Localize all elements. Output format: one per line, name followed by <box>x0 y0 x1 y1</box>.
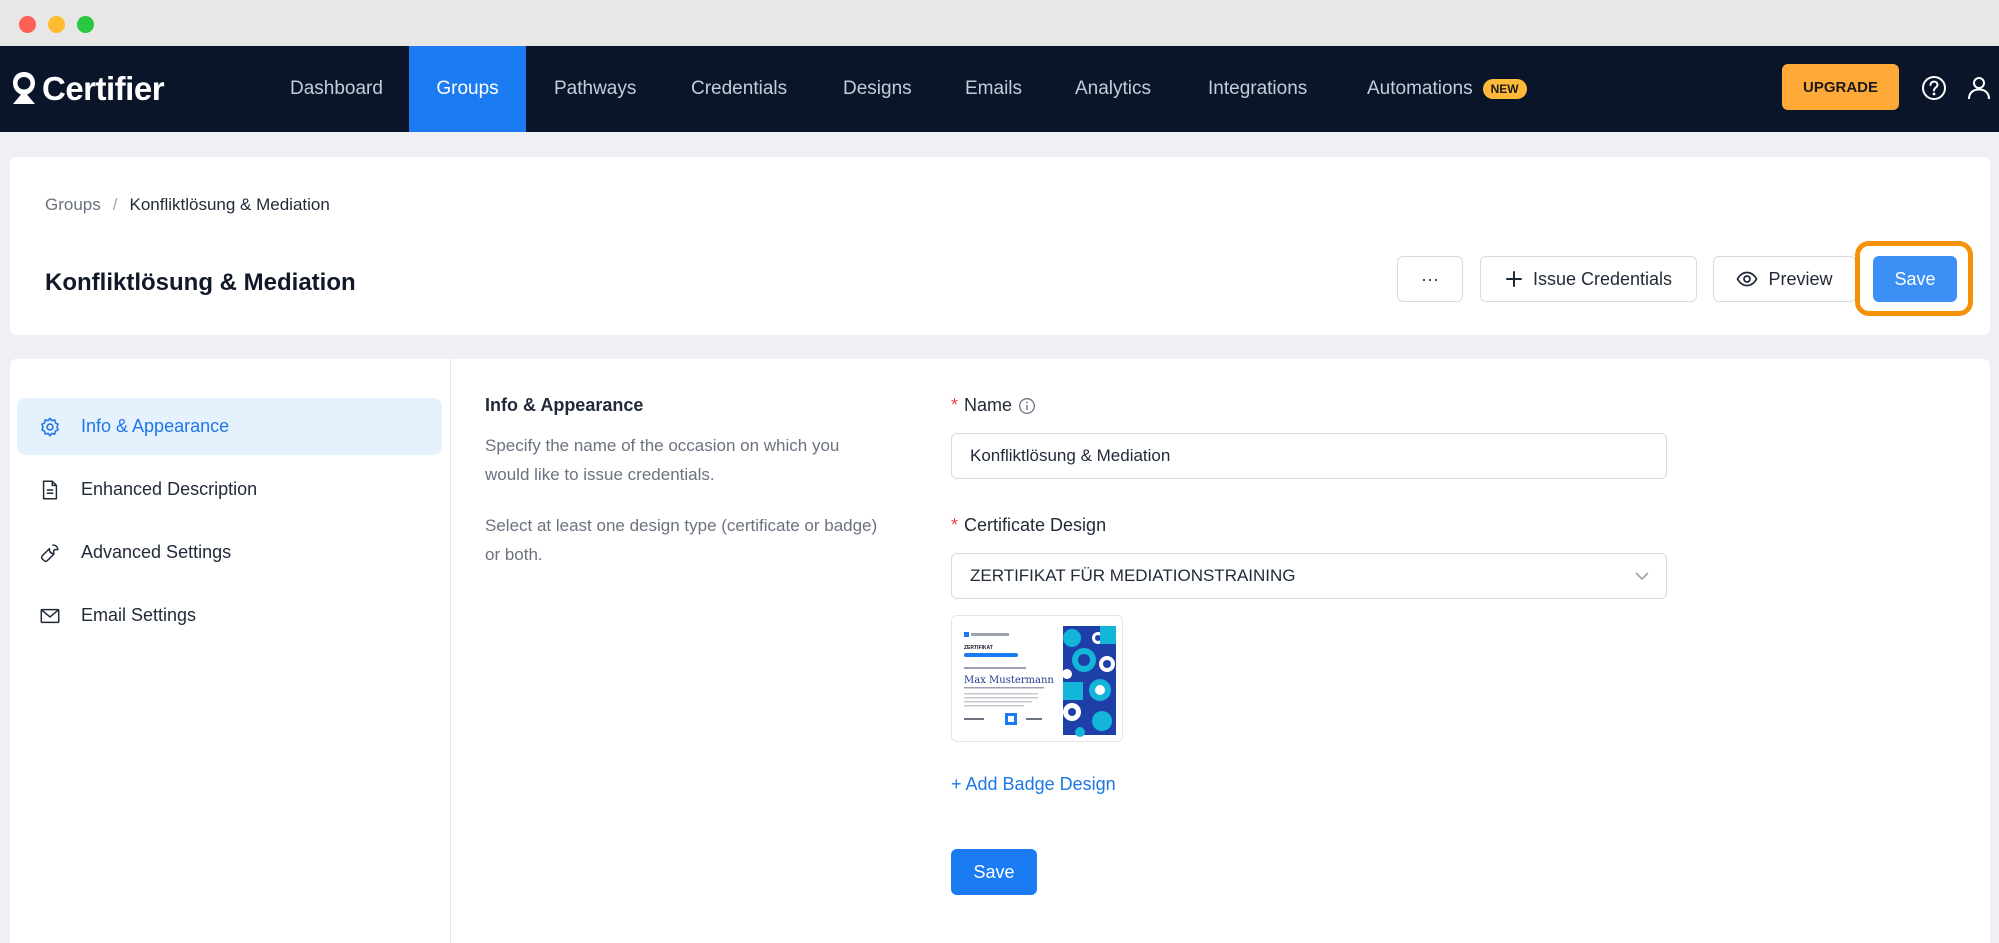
app-logo[interactable]: Certifier <box>10 67 165 111</box>
sidebar-item-info-appearance[interactable]: Info & Appearance <box>17 398 442 455</box>
certificate-design-value: ZERTIFIKAT FÜR MEDIATIONSTRAINING <box>970 566 1296 585</box>
preview-button[interactable]: Preview <box>1713 256 1856 302</box>
save-button-highlight <box>1855 241 1973 316</box>
nav-designs[interactable]: Designs <box>843 46 912 132</box>
breadcrumb-groups-link[interactable]: Groups <box>45 195 101 215</box>
nav-integrations[interactable]: Integrations <box>1208 46 1307 132</box>
user-icon[interactable] <box>1965 74 1993 102</box>
gear-icon <box>41 417 59 436</box>
nav-emails[interactable]: Emails <box>965 46 1022 132</box>
issue-credentials-button[interactable]: Issue Credentials <box>1480 256 1697 302</box>
document-icon <box>42 480 58 499</box>
nav-automations-label: Automations <box>1367 78 1473 99</box>
nav-automations[interactable]: Automations NEW <box>1367 46 1527 132</box>
name-field-label: * Name <box>951 395 1036 416</box>
certificate-design-select[interactable]: ZERTIFIKAT FÜR MEDIATIONSTRAINING <box>951 553 1667 599</box>
certificate-design-thumbnail[interactable]: ZERTIFIKAT Max Mustermann <box>951 615 1123 742</box>
required-mark: * <box>951 515 959 535</box>
certificate-design-label-text: Certificate Design <box>964 515 1107 535</box>
sidebar-item-enhanced-description[interactable]: Enhanced Description <box>17 461 442 518</box>
preview-label: Preview <box>1768 268 1833 289</box>
required-mark: * <box>951 395 959 415</box>
new-badge: NEW <box>1482 79 1527 99</box>
issue-credentials-label: Issue Credentials <box>1532 268 1673 289</box>
nav-groups[interactable]: Groups <box>409 46 526 132</box>
maximize-window-button[interactable] <box>77 16 94 33</box>
name-label-text: Name <box>964 395 1013 415</box>
nav-analytics[interactable]: Analytics <box>1075 46 1151 132</box>
top-navbar: Certifier Dashboard Groups Pathways Cred… <box>0 46 1999 132</box>
chevron-down-icon <box>1635 572 1649 581</box>
upgrade-button[interactable]: UPGRADE <box>1782 64 1899 110</box>
sidebar-item-label: Info & Appearance <box>81 416 230 436</box>
breadcrumb: Groups / Konfliktlösung & Mediation <box>45 195 330 215</box>
sidebar-item-label: Advanced Settings <box>81 542 232 562</box>
certificate-preview-heading: ZERTIFIKAT <box>964 645 993 651</box>
app-name: Certifier <box>42 70 165 107</box>
help-circle-icon[interactable] <box>1920 74 1948 102</box>
close-window-button[interactable] <box>19 16 36 33</box>
breadcrumb-current: Konfliktlösung & Mediation <box>129 195 330 214</box>
window-titlebar <box>0 0 1999 46</box>
more-options-button[interactable]: ··· <box>1397 256 1463 302</box>
sidebar-divider <box>450 359 451 943</box>
sidebar-item-email-settings[interactable]: Email Settings <box>17 587 442 644</box>
page-header-card: Groups / Konfliktlösung & Mediation Konf… <box>10 157 1990 335</box>
add-badge-design-link[interactable]: + Add Badge Design <box>951 774 1116 795</box>
nav-dashboard[interactable]: Dashboard <box>290 46 383 132</box>
nav-credentials[interactable]: Credentials <box>691 46 787 132</box>
breadcrumb-separator: / <box>112 195 118 214</box>
section-description-design: Select at least one design type (certifi… <box>485 516 878 564</box>
minimize-window-button[interactable] <box>48 16 65 33</box>
form-save-button[interactable]: Save <box>951 849 1037 895</box>
section-title: Info & Appearance <box>485 395 644 415</box>
mail-icon <box>40 608 60 623</box>
certificate-design-label: * Certificate Design <box>951 515 1106 536</box>
more-options-label: ··· <box>1421 268 1439 289</box>
section-description-name: Specify the name of the occasion on whic… <box>485 436 840 484</box>
sidebar-item-advanced-settings[interactable]: Advanced Settings <box>17 524 442 581</box>
certifier-logo-icon <box>13 72 35 104</box>
plus-icon <box>1505 271 1522 287</box>
certificate-preview-recipient: Max Mustermann <box>964 675 1054 686</box>
eye-icon <box>1737 271 1758 287</box>
page-title: Konfliktlösung & Mediation <box>45 269 356 296</box>
sidebar-item-label: Email Settings <box>81 605 197 625</box>
name-input[interactable]: Konfliktlösung & Mediation <box>951 433 1667 479</box>
nav-pathways[interactable]: Pathways <box>554 46 636 132</box>
sidebar-item-label: Enhanced Description <box>81 479 258 499</box>
content-card: Info & Appearance Enhanced Description A… <box>10 359 1990 943</box>
certificate-preview-image: ZERTIFIKAT Max Mustermann <box>952 616 1122 741</box>
wrench-icon <box>40 543 59 562</box>
info-icon[interactable] <box>1018 397 1036 415</box>
